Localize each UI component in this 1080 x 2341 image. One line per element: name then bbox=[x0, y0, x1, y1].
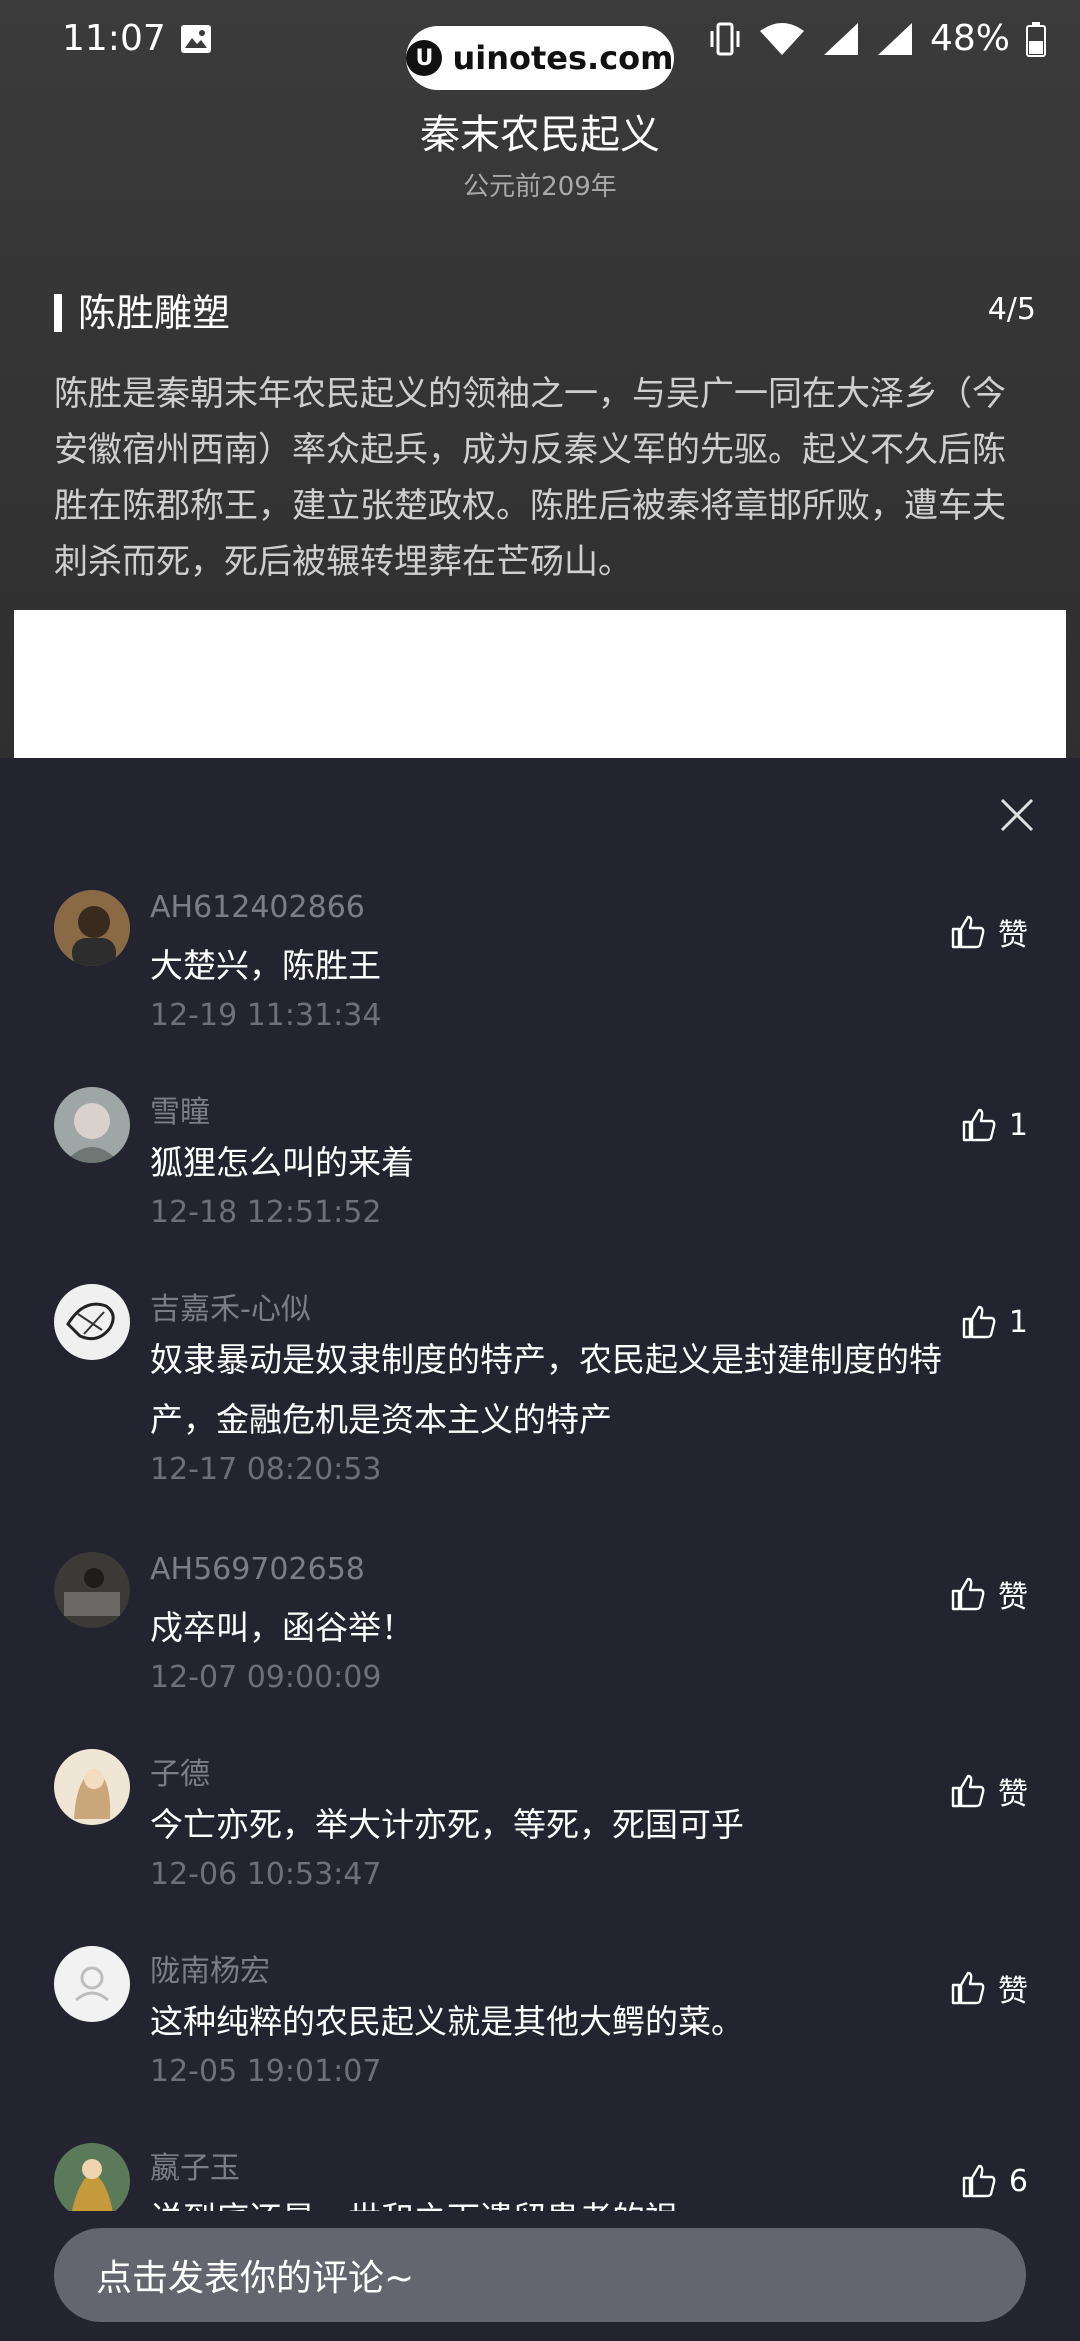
thumbs-up-icon bbox=[951, 915, 985, 949]
comment-username[interactable]: AH569702658 bbox=[150, 1552, 365, 1587]
thumbs-up-icon bbox=[951, 1971, 985, 2005]
battery-icon bbox=[1026, 21, 1046, 57]
avatar[interactable] bbox=[54, 1284, 130, 1360]
like-button[interactable]: 赞 bbox=[950, 1769, 1028, 1813]
comment-username[interactable]: 陇南杨宏 bbox=[150, 1946, 270, 1990]
comment-username[interactable]: AH612402866 bbox=[150, 890, 365, 925]
like-button[interactable]: 6 bbox=[961, 2163, 1028, 2199]
comment-text: 这种纯粹的农民起义就是其他大鳄的菜。 bbox=[150, 2002, 744, 2041]
page-subtitle: 公元前209年 bbox=[463, 172, 617, 202]
like-button[interactable]: 赞 bbox=[950, 1966, 1028, 2010]
comments-sheet: AH612402866 大楚兴，陈胜王 12-19 11:31:34 赞 雪瞳 … bbox=[0, 758, 1080, 2341]
image-pager: 4/5 bbox=[987, 292, 1036, 327]
comment-username[interactable]: 雪瞳 bbox=[150, 1087, 210, 1131]
comment-input-placeholder: 点击发表你的评论~ bbox=[96, 2258, 415, 2299]
comment-item: 嬴子玉 说到底还是，世和之下遗留患者的祸 6 bbox=[0, 2143, 1080, 2211]
avatar[interactable] bbox=[54, 890, 130, 966]
avatar[interactable] bbox=[54, 1087, 130, 1163]
battery-percent: 48% bbox=[929, 18, 1010, 59]
comment-text: 狐狸怎么叫的来着 bbox=[150, 1143, 414, 1182]
like-button[interactable]: 赞 bbox=[950, 1572, 1028, 1616]
avatar[interactable] bbox=[54, 1552, 130, 1628]
comment-text: 大楚兴，陈胜王 bbox=[150, 946, 381, 985]
comment-item: 雪瞳 狐狸怎么叫的来着 12-18 12:51:52 1 bbox=[0, 1087, 1080, 1247]
thumbs-up-icon bbox=[951, 1774, 985, 1808]
close-icon[interactable] bbox=[994, 792, 1040, 838]
status-time: 11:07 bbox=[62, 18, 166, 59]
avatar[interactable] bbox=[54, 1946, 130, 2022]
comment-username[interactable]: 子德 bbox=[150, 1749, 210, 1793]
comment-text: 戍卒叫，函谷举！ bbox=[150, 1608, 414, 1647]
image-preview[interactable] bbox=[14, 610, 1066, 758]
comment-item: AH612402866 大楚兴，陈胜王 12-19 11:31:34 赞 bbox=[0, 890, 1080, 1050]
avatar[interactable] bbox=[54, 1749, 130, 1825]
section-description: 陈胜是秦朝末年农民起义的领袖之一，与吴广一同在大泽乡（今安徽宿州西南）率众起兵，… bbox=[54, 374, 1006, 582]
comment-text: 说到底还是，世和之下遗留患者的祸 bbox=[150, 2189, 980, 2211]
comment-item: 子德 今亡亦死，举大计亦死，等死，死国可乎 12-06 10:53:47 赞 bbox=[0, 1749, 1080, 1909]
like-count: 赞 bbox=[998, 918, 1028, 953]
page-title: 秦末农民起义 bbox=[420, 112, 660, 158]
comment-time: 12-19 11:31:34 bbox=[150, 998, 382, 1033]
comment-item: 陇南杨宏 这种纯粹的农民起义就是其他大鳄的菜。 12-05 19:01:07 赞 bbox=[0, 1946, 1080, 2106]
section-accent-bar bbox=[54, 294, 62, 332]
wifi-icon bbox=[759, 22, 804, 55]
thumbs-up-icon bbox=[951, 1577, 985, 1611]
default-user-icon bbox=[75, 1966, 109, 2002]
comment-time: 12-17 08:20:53 bbox=[150, 1452, 382, 1487]
like-count: 1 bbox=[1008, 1304, 1028, 1340]
thumbs-up-icon bbox=[962, 1305, 996, 1339]
signal-icon bbox=[823, 22, 858, 55]
thumbs-up-icon bbox=[962, 2164, 996, 2198]
comment-username[interactable]: 嬴子玉 bbox=[150, 2143, 240, 2187]
detail-panel: 11:07 48% U uinotes.com 秦末农民起义 公元前209年 陈… bbox=[0, 0, 1080, 760]
comment-username[interactable]: 吉嘉禾-心似 bbox=[150, 1284, 311, 1328]
uinotes-logo-icon: U bbox=[406, 40, 443, 76]
like-count: 6 bbox=[1008, 2163, 1028, 2199]
comment-input[interactable]: 点击发表你的评论~ bbox=[54, 2228, 1026, 2322]
thumbs-up-icon bbox=[962, 1108, 996, 1142]
like-button[interactable]: 1 bbox=[961, 1107, 1028, 1143]
like-count: 1 bbox=[1008, 1107, 1028, 1143]
avatar[interactable] bbox=[54, 2143, 130, 2211]
like-count: 赞 bbox=[998, 1777, 1028, 1812]
comment-time: 12-07 09:00:09 bbox=[150, 1660, 382, 1695]
status-icons: 48% bbox=[708, 18, 1046, 59]
section-title: 陈胜雕塑 bbox=[78, 291, 231, 335]
comment-time: 12-18 12:51:52 bbox=[150, 1195, 382, 1230]
vibrate-icon bbox=[710, 22, 740, 55]
comment-item: AH569702658 戍卒叫，函谷举！ 12-07 09:00:09 赞 bbox=[0, 1552, 1080, 1712]
comment-item: 吉嘉禾-心似 奴隶暴动是奴隶制度的特产，农民起义是封建制度的特产，金融危机是资本… bbox=[0, 1284, 1080, 1514]
comment-time: 12-05 19:01:07 bbox=[150, 2054, 382, 2089]
like-button[interactable]: 赞 bbox=[950, 910, 1028, 954]
like-button[interactable]: 1 bbox=[961, 1304, 1028, 1340]
image-notification-icon bbox=[181, 25, 211, 53]
signal-2-icon bbox=[877, 22, 912, 55]
comment-time: 12-06 10:53:47 bbox=[150, 1857, 382, 1892]
watermark-badge: U uinotes.com bbox=[406, 26, 674, 90]
comment-text: 今亡亦死，举大计亦死，等死，死国可乎 bbox=[150, 1805, 744, 1844]
like-count: 赞 bbox=[998, 1580, 1028, 1615]
like-count: 赞 bbox=[998, 1974, 1028, 2009]
comment-text: 奴隶暴动是奴隶制度的特产，农民起义是封建制度的特产，金融危机是资本主义的特产 bbox=[150, 1340, 942, 1439]
watermark-text: uinotes.com bbox=[452, 39, 674, 77]
